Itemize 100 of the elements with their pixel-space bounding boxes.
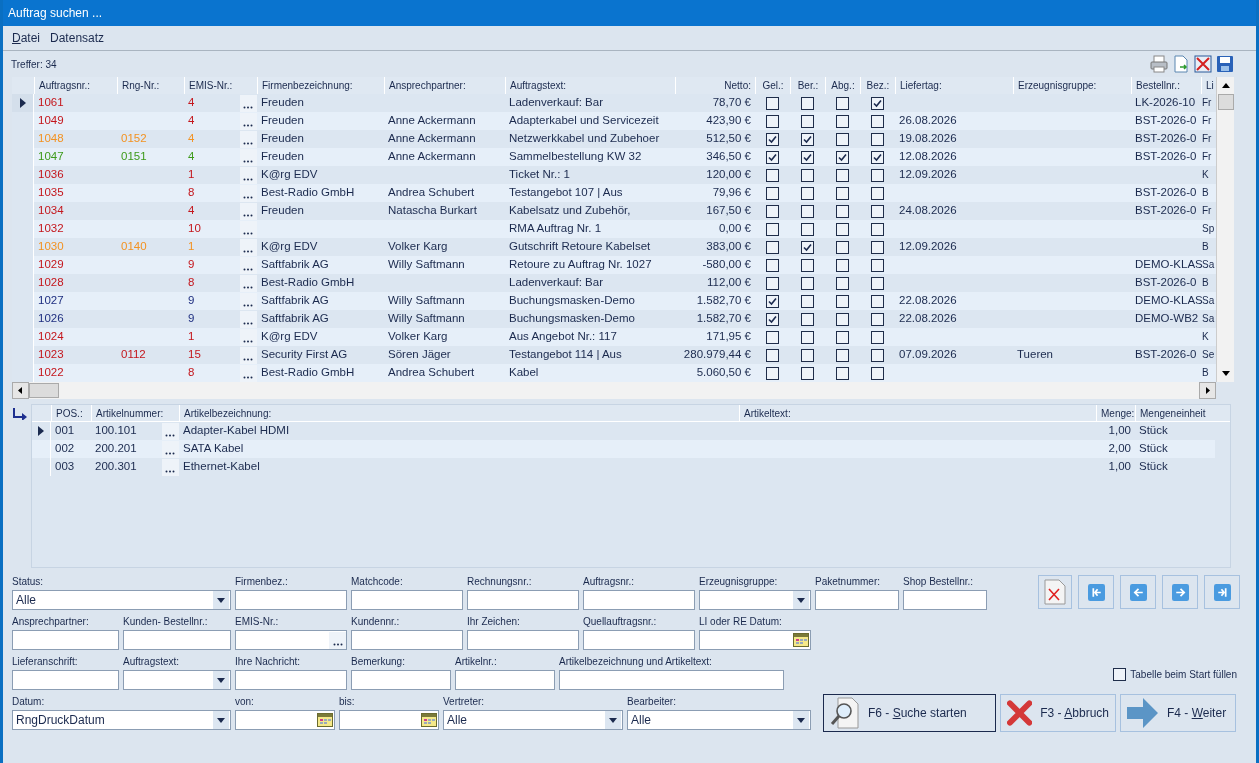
column-header[interactable]: Artikelnummer: xyxy=(91,405,179,421)
checkbox[interactable] xyxy=(766,276,779,290)
table-row[interactable]: 1022 8 Best-Radio GmbH Andrea Schubert Kabel 5.060,50 € B xyxy=(12,364,1216,382)
column-header[interactable]: POS.: xyxy=(51,405,91,421)
checkbox[interactable] xyxy=(836,240,849,254)
column-header[interactable]: Menge: xyxy=(1096,405,1135,421)
checkbox[interactable] xyxy=(836,150,849,164)
checkbox[interactable] xyxy=(766,330,779,344)
checkbox[interactable] xyxy=(801,186,814,200)
scroll-right-icon[interactable] xyxy=(1199,382,1216,399)
checkbox[interactable] xyxy=(766,240,779,254)
checkbox[interactable] xyxy=(766,186,779,200)
checkbox[interactable] xyxy=(766,204,779,218)
text-field[interactable] xyxy=(455,670,555,690)
checkbox[interactable] xyxy=(801,204,814,218)
checkbox[interactable] xyxy=(836,312,849,326)
checkbox[interactable] xyxy=(871,366,884,380)
printer-icon[interactable] xyxy=(1150,55,1168,73)
checkbox[interactable] xyxy=(801,114,814,128)
dropdown[interactable]: Alle xyxy=(627,710,811,730)
checkbox[interactable] xyxy=(871,114,884,128)
column-header[interactable]: Artikeltext: xyxy=(739,405,1096,421)
table-row[interactable]: 1029 9 Saftfabrik AG Willy Saftmann Retoure zu Auftrag Nr. 1027 -580,00 € DEMO-KLASSa xyxy=(12,256,1216,274)
checkbox[interactable] xyxy=(766,222,779,236)
checkbox[interactable] xyxy=(871,132,884,146)
delete-icon[interactable] xyxy=(1194,55,1212,73)
dropdown[interactable] xyxy=(123,670,231,690)
checkbox[interactable] xyxy=(871,96,884,110)
date-field[interactable] xyxy=(339,710,439,730)
calendar-icon[interactable] xyxy=(317,713,333,727)
checkbox[interactable] xyxy=(801,366,814,380)
checkbox[interactable] xyxy=(766,150,779,164)
text-field[interactable] xyxy=(235,590,347,610)
checkbox[interactable] xyxy=(801,258,814,272)
checkbox[interactable] xyxy=(871,312,884,326)
checkbox[interactable] xyxy=(836,168,849,182)
checkbox[interactable] xyxy=(836,186,849,200)
checkbox[interactable] xyxy=(836,204,849,218)
checkbox[interactable] xyxy=(801,312,814,326)
checkbox[interactable] xyxy=(766,258,779,272)
checkbox[interactable] xyxy=(766,312,779,326)
checkbox[interactable] xyxy=(766,366,779,380)
scroll-thumb[interactable] xyxy=(29,383,59,398)
checkbox[interactable] xyxy=(836,330,849,344)
checkbox[interactable] xyxy=(801,168,814,182)
text-field[interactable] xyxy=(351,670,451,690)
checkbox[interactable] xyxy=(836,132,849,146)
text-field[interactable] xyxy=(815,590,899,610)
vertical-scrollbar[interactable] xyxy=(1216,77,1234,382)
checkbox[interactable] xyxy=(871,168,884,182)
table-row[interactable]: 1024 1 K@rg EDV Volker Karg Aus Angebot Nr.: 117 171,95 € K xyxy=(12,328,1216,346)
table-row[interactable]: 1027 9 Saftfabrik AG Willy Saftmann Buchungsmasken-Demo 1.582,70 € 22.08.2026 DEMO-KLASSa xyxy=(12,292,1216,310)
checkbox[interactable] xyxy=(871,348,884,362)
checkbox[interactable] xyxy=(871,330,884,344)
checkbox[interactable] xyxy=(871,150,884,164)
checkbox[interactable] xyxy=(801,96,814,110)
checkbox[interactable] xyxy=(801,330,814,344)
checkbox[interactable] xyxy=(766,114,779,128)
checkbox[interactable] xyxy=(766,96,779,110)
checkbox[interactable] xyxy=(801,348,814,362)
date-field[interactable] xyxy=(235,710,335,730)
text-field[interactable] xyxy=(903,590,987,610)
calendar-icon[interactable] xyxy=(793,633,809,647)
text-field[interactable] xyxy=(467,590,579,610)
ellipsis-icon[interactable] xyxy=(329,631,346,649)
checkbox[interactable] xyxy=(766,132,779,146)
checkbox[interactable] xyxy=(871,222,884,236)
table-row[interactable]: 1035 8 Best-Radio GmbH Andrea Schubert Testangebot 107 | Aus 79,96 € BST-2026-0 B xyxy=(12,184,1216,202)
dropdown[interactable]: Alle xyxy=(443,710,623,730)
text-field[interactable] xyxy=(351,630,463,650)
date-field[interactable] xyxy=(699,630,811,650)
column-header[interactable]: Artikelbezeichnung: xyxy=(179,405,739,421)
checkbox[interactable] xyxy=(766,168,779,182)
text-field[interactable] xyxy=(235,670,347,690)
checkbox[interactable] xyxy=(1113,668,1127,681)
text-field[interactable] xyxy=(12,630,119,650)
checkbox[interactable] xyxy=(871,240,884,254)
checkbox[interactable] xyxy=(766,348,779,362)
checkbox[interactable] xyxy=(836,114,849,128)
text-field[interactable] xyxy=(583,630,695,650)
scroll-left-icon[interactable] xyxy=(12,382,29,399)
clear-document-button[interactable] xyxy=(1038,575,1072,609)
checkbox[interactable] xyxy=(766,294,779,308)
checkbox[interactable] xyxy=(801,240,814,254)
checkbox[interactable] xyxy=(836,222,849,236)
action-button[interactable]: F4 - Weiter xyxy=(1120,694,1236,732)
text-field[interactable] xyxy=(123,630,231,650)
checkbox[interactable] xyxy=(871,276,884,290)
checkbox[interactable] xyxy=(871,186,884,200)
text-field[interactable] xyxy=(467,630,579,650)
checkbox[interactable] xyxy=(836,348,849,362)
checkbox[interactable] xyxy=(836,276,849,290)
horizontal-scrollbar[interactable] xyxy=(12,382,1216,399)
text-field[interactable] xyxy=(351,590,463,610)
checkbox[interactable] xyxy=(801,276,814,290)
action-button[interactable]: F6 - Suche starten xyxy=(823,694,996,732)
column-header[interactable]: Mengeneinheit xyxy=(1135,405,1215,421)
checkbox[interactable] xyxy=(836,258,849,272)
table-row[interactable]: 1049 4 Freuden Anne Ackermann Adapterkabel und Servicezeit 423,90 € 26.08.2026 BST-2026-0 Fr xyxy=(12,112,1216,130)
table-row[interactable]: 1032 10 RMA Auftrag Nr. 1 0,00 € Sp xyxy=(12,220,1216,238)
